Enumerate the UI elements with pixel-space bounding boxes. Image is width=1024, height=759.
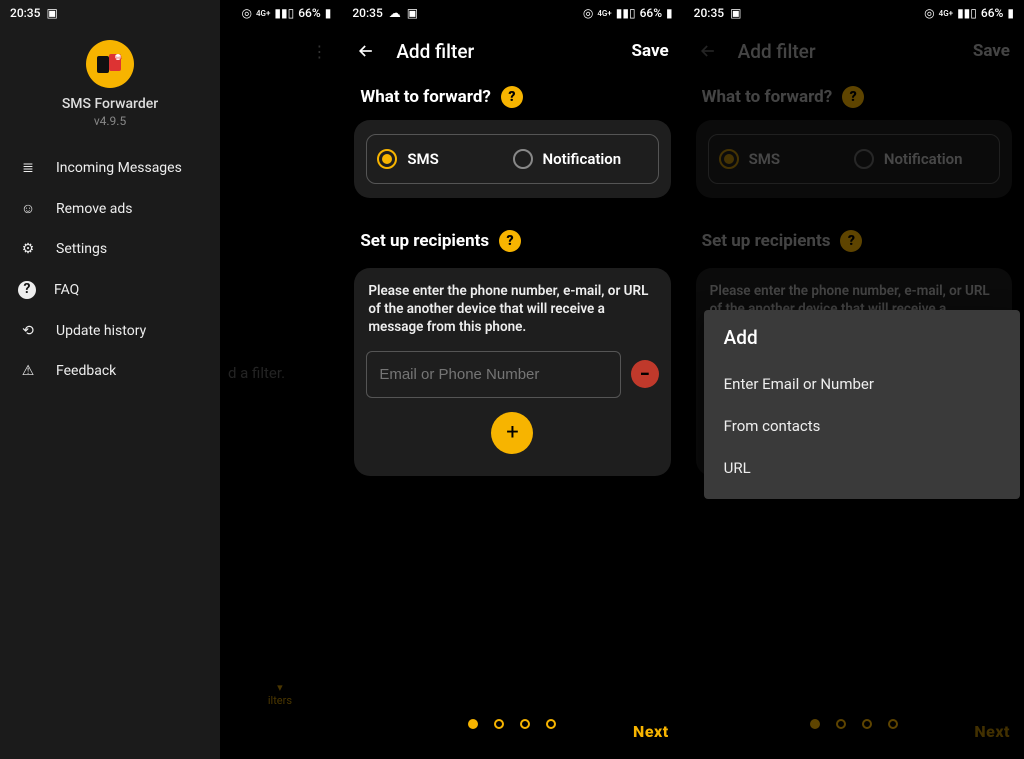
radio-circle-icon xyxy=(377,149,397,169)
pager-dot xyxy=(520,719,530,729)
page-title: Add filter xyxy=(396,40,474,63)
next-button[interactable]: Next xyxy=(633,722,669,741)
add-recipient-button[interactable]: + xyxy=(491,412,533,454)
help-icon[interactable]: ? xyxy=(501,86,523,108)
section-forward-title: What to forward? xyxy=(360,87,491,107)
history-icon: ⟲ xyxy=(18,323,38,339)
menu-list: ≣ Incoming Messages ☺ Remove ads ⚙ Setti… xyxy=(0,148,220,391)
list-icon: ≣ xyxy=(18,160,38,176)
cloud-icon: ☁ xyxy=(389,6,401,20)
battery-icon: ▮ xyxy=(1007,6,1014,20)
status-time: 20:35 xyxy=(10,6,40,20)
menu-label: Settings xyxy=(56,241,107,257)
pager-dot xyxy=(494,719,504,729)
image-icon: ▣ xyxy=(46,6,57,20)
forward-radio-group: SMS Notification xyxy=(366,134,658,184)
menu-item-incoming[interactable]: ≣ Incoming Messages xyxy=(0,148,220,188)
radio-sms-label: SMS xyxy=(407,150,438,168)
battery-percent: 66% xyxy=(298,6,320,20)
radio-notification[interactable]: Notification xyxy=(513,149,648,169)
app-name: SMS Forwarder xyxy=(62,96,158,112)
menu-label: Remove ads xyxy=(56,201,133,217)
network-type-label: 4G+ xyxy=(597,9,611,18)
screen-add-filter-popup: 20:35 ▣ ◎ 4G+ ▮▮▯ 66% ▮ Add filter Save … xyxy=(683,0,1024,759)
section-recipients-header: Set up recipients ? xyxy=(354,220,670,264)
menu-item-settings[interactable]: ⚙ Settings xyxy=(0,229,220,269)
remove-recipient-icon[interactable]: − xyxy=(631,360,659,388)
menu-label: Incoming Messages xyxy=(56,160,182,176)
status-bar: 20:35 ▣ ◎ 4G+ ▮▮▯ 66% ▮ xyxy=(684,0,1024,26)
menu-item-feedback[interactable]: ⚠ Feedback xyxy=(0,351,220,391)
hotspot-icon: ◎ xyxy=(924,6,934,20)
image-icon: ▣ xyxy=(407,6,418,20)
back-arrow-icon[interactable] xyxy=(356,41,376,61)
battery-percent: 66% xyxy=(640,6,662,20)
question-icon: ? xyxy=(18,281,36,299)
page-indicator xyxy=(342,719,682,729)
menu-item-remove-ads[interactable]: ☺ Remove ads xyxy=(0,188,220,229)
menu-label: FAQ xyxy=(54,282,79,298)
image-icon: ▣ xyxy=(730,6,741,20)
menu-item-history[interactable]: ⟲ Update history xyxy=(0,311,220,351)
section-recipients-title: Set up recipients xyxy=(360,231,489,251)
popup-title: Add xyxy=(724,326,1000,349)
network-type-label: 4G+ xyxy=(256,9,270,18)
network-type-label: 4G+ xyxy=(939,9,953,18)
svg-text:SMS: SMS xyxy=(114,55,123,60)
status-bar: 20:35 ▣ ◎ 4G+ ▮▮▯ 66% ▮ xyxy=(0,0,341,26)
battery-icon: ▮ xyxy=(666,6,673,20)
recipients-card: Please enter the phone number, e-mail, o… xyxy=(354,268,670,476)
help-icon[interactable]: ? xyxy=(499,230,521,252)
recipient-row: − xyxy=(366,351,658,398)
forward-card: SMS Notification xyxy=(354,120,670,198)
radio-notification-label: Notification xyxy=(543,150,622,168)
recipients-description: Please enter the phone number, e-mail, o… xyxy=(366,282,658,351)
pager-dot xyxy=(468,719,478,729)
signal-bars-icon: ▮▮▯ xyxy=(274,6,294,20)
popup-item-email[interactable]: Enter Email or Number xyxy=(724,363,1000,405)
app-bar: Add filter Save xyxy=(342,26,682,76)
recipient-input[interactable] xyxy=(366,351,620,398)
popup-item-url[interactable]: URL xyxy=(724,447,1000,489)
radio-sms[interactable]: SMS xyxy=(377,149,512,169)
save-button[interactable]: Save xyxy=(632,41,669,61)
menu-label: Feedback xyxy=(56,363,116,379)
section-forward-header: What to forward? ? xyxy=(354,76,670,120)
add-recipient-popup: Add Enter Email or Number From contacts … xyxy=(704,310,1020,499)
menu-item-faq[interactable]: ? FAQ xyxy=(0,269,220,311)
hotspot-icon: ◎ xyxy=(242,6,252,20)
signal-bars-icon: ▮▮▯ xyxy=(616,6,636,20)
nav-drawer: SMS SMS Forwarder v4.9.5 ≣ Incoming Mess… xyxy=(0,0,220,759)
menu-label: Update history xyxy=(56,323,146,339)
popup-item-contacts[interactable]: From contacts xyxy=(724,405,1000,447)
smiley-icon: ☺ xyxy=(18,200,38,217)
battery-icon: ▮ xyxy=(325,6,332,20)
hotspot-icon: ◎ xyxy=(583,6,593,20)
signal-bars-icon: ▮▮▯ xyxy=(957,6,977,20)
content: What to forward? ? SMS Notification Set … xyxy=(342,76,682,476)
screen-drawer: 20:35 ▣ ◎ 4G+ ▮▮▯ 66% ▮ ⋮ d a filter. ▾ … xyxy=(0,0,341,759)
warning-icon: ⚠ xyxy=(18,363,38,379)
status-time: 20:35 xyxy=(352,6,382,20)
battery-percent: 66% xyxy=(981,6,1003,20)
radio-circle-icon xyxy=(513,149,533,169)
screen-add-filter: 20:35 ☁ ▣ ◎ 4G+ ▮▮▯ 66% ▮ Add filter Sav… xyxy=(341,0,682,759)
pager-dot xyxy=(546,719,556,729)
gear-icon: ⚙ xyxy=(18,241,38,257)
app-logo-icon: SMS xyxy=(86,40,134,88)
status-bar: 20:35 ☁ ▣ ◎ 4G+ ▮▮▯ 66% ▮ xyxy=(342,0,682,26)
drawer-header: SMS SMS Forwarder v4.9.5 xyxy=(0,40,220,148)
status-time: 20:35 xyxy=(694,6,724,20)
app-version: v4.9.5 xyxy=(94,114,126,128)
